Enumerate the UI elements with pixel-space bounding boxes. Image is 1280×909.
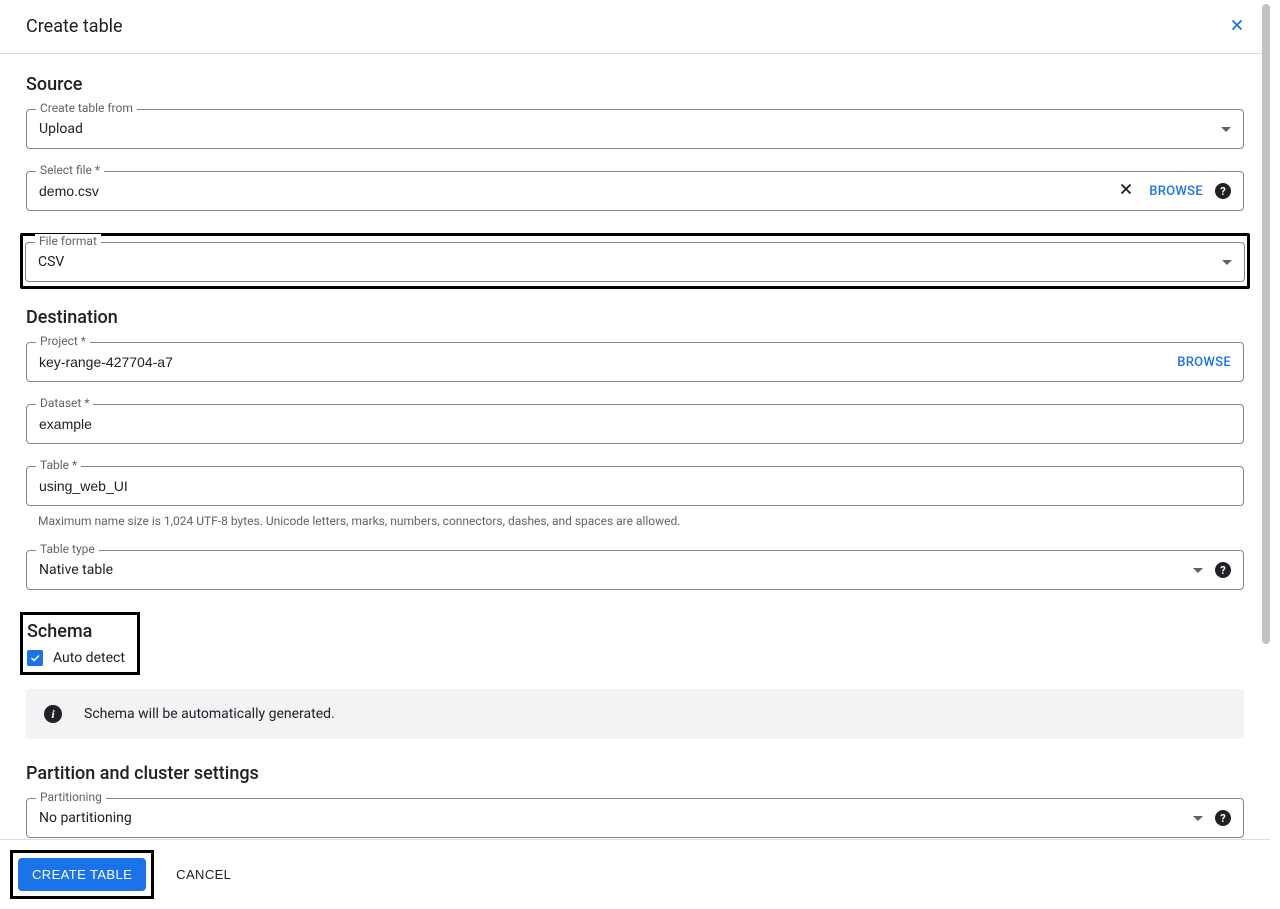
- browse-file-button[interactable]: BROWSE: [1149, 184, 1203, 199]
- table-field: Table *: [26, 466, 1244, 506]
- dialog-title: Create table: [26, 16, 123, 37]
- create-table-from-field: Create table from Upload: [26, 109, 1244, 149]
- project-field: Project * BROWSE: [26, 342, 1244, 382]
- select-value: CSV: [38, 254, 1214, 270]
- schema-info-banner: i Schema will be automatically generated…: [26, 689, 1244, 739]
- field-label: Project *: [36, 334, 90, 348]
- field-label: Table type: [36, 542, 99, 556]
- dataset-input[interactable]: [39, 416, 1231, 432]
- create-table-button[interactable]: CREATE TABLE: [18, 858, 146, 891]
- schema-highlight: Schema Auto detect: [20, 612, 140, 675]
- table-helper-text: Maximum name size is 1,024 UTF-8 bytes. …: [26, 514, 1244, 528]
- file-format-highlight: File format CSV: [20, 233, 1250, 289]
- field-label: File format: [35, 234, 101, 248]
- clear-file-button[interactable]: [1117, 180, 1135, 202]
- chevron-down-icon: [1221, 127, 1231, 132]
- select-file-input[interactable]: [39, 183, 1109, 199]
- table-type-field: Table type Native table ?: [26, 550, 1244, 590]
- table-input[interactable]: [39, 478, 1231, 494]
- source-section-title: Source: [26, 74, 1244, 95]
- dataset-field: Dataset *: [26, 404, 1244, 444]
- file-format-select[interactable]: CSV: [25, 242, 1245, 282]
- auto-detect-checkbox[interactable]: [27, 650, 43, 666]
- project-input-box: BROWSE: [26, 342, 1244, 382]
- create-table-highlight: CREATE TABLE: [10, 850, 154, 899]
- chevron-down-icon: [1193, 568, 1203, 573]
- dataset-input-box: [26, 404, 1244, 444]
- dialog-content: Source Create table from Upload Select f…: [0, 54, 1270, 859]
- browse-project-button[interactable]: BROWSE: [1177, 355, 1231, 370]
- check-icon: [29, 652, 41, 664]
- chevron-down-icon: [1193, 816, 1203, 821]
- field-label: Table *: [36, 458, 81, 472]
- select-value: Upload: [39, 121, 1213, 137]
- help-icon[interactable]: ?: [1215, 183, 1231, 199]
- cancel-button[interactable]: CANCEL: [176, 867, 231, 882]
- file-format-field: File format CSV: [25, 242, 1245, 282]
- select-file-input-box: BROWSE ?: [26, 171, 1244, 211]
- field-label: Select file *: [36, 163, 104, 177]
- select-value: No partitioning: [39, 810, 1185, 826]
- dialog-footer: CREATE TABLE CANCEL: [0, 839, 1270, 909]
- partitioning-select[interactable]: No partitioning ?: [26, 798, 1244, 838]
- dialog-header: Create table: [0, 0, 1270, 54]
- select-file-field: Select file * BROWSE ?: [26, 171, 1244, 211]
- partition-section-title: Partition and cluster settings: [26, 763, 1244, 784]
- auto-detect-row: Auto detect: [23, 650, 125, 666]
- close-icon: [1228, 22, 1246, 37]
- auto-detect-label: Auto detect: [53, 650, 125, 666]
- help-icon[interactable]: ?: [1215, 810, 1231, 826]
- field-label: Create table from: [36, 101, 137, 115]
- project-input[interactable]: [39, 354, 1163, 370]
- select-value: Native table: [39, 562, 1185, 578]
- info-icon: i: [44, 705, 62, 723]
- partitioning-field: Partitioning No partitioning ?: [26, 798, 1244, 838]
- scrollbar[interactable]: [1262, 4, 1270, 644]
- help-icon[interactable]: ?: [1215, 562, 1231, 578]
- x-icon: [1117, 180, 1135, 198]
- info-text: Schema will be automatically generated.: [84, 706, 335, 722]
- close-button[interactable]: [1224, 12, 1250, 41]
- table-input-box: [26, 466, 1244, 506]
- schema-section-title: Schema: [27, 621, 125, 642]
- field-label: Partitioning: [36, 790, 106, 804]
- table-type-select[interactable]: Native table ?: [26, 550, 1244, 590]
- chevron-down-icon: [1222, 260, 1232, 265]
- destination-section-title: Destination: [26, 307, 1244, 328]
- create-table-from-select[interactable]: Upload: [26, 109, 1244, 149]
- field-label: Dataset *: [36, 396, 93, 410]
